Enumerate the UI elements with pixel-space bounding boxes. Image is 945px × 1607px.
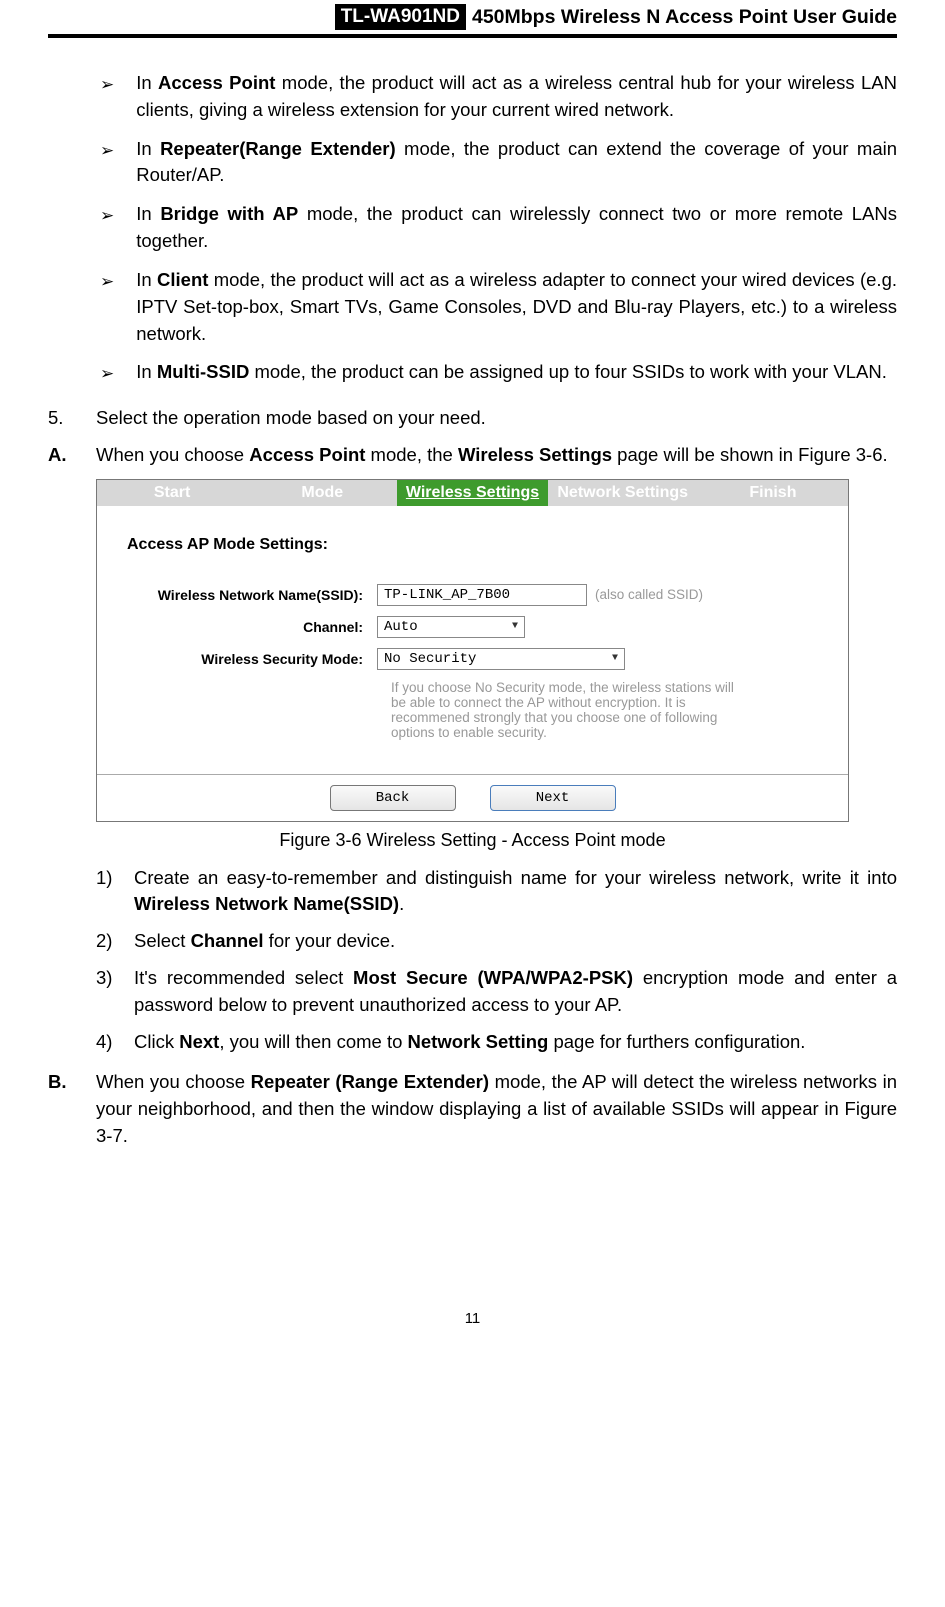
row-ssid: Wireless Network Name(SSID): (also calle… [127,584,824,606]
step-5: 5. Select the operation mode based on yo… [48,405,897,432]
security-hint: If you choose No Security mode, the wire… [391,680,751,740]
document-page: TL-WA901ND 450Mbps Wireless N Access Poi… [0,0,945,1367]
next-button[interactable]: Next [490,785,616,811]
substep-text: Click Next, you will then come to Networ… [134,1029,897,1056]
arrow-icon: ➢ [100,270,114,295]
arrow-icon: ➢ [100,204,114,229]
settings-heading: Access AP Mode Settings: [127,536,824,554]
substep-marker: 2) [96,928,134,955]
row-channel: Channel: Auto ▼ [127,616,824,638]
substep-text: Select Channel for your device. [134,928,897,955]
substep-marker: 3) [96,965,134,992]
substep-marker: 1) [96,865,134,892]
substep-2: 2) Select Channel for your device. [96,928,897,955]
figure-body: Access AP Mode Settings: Wireless Networ… [97,506,848,774]
label-channel: Channel: [127,619,377,635]
tab-mode[interactable]: Mode [247,480,397,506]
security-select[interactable]: No Security ▼ [377,648,625,670]
bullet-text: In Client mode, the product will act as … [136,267,897,347]
bullet-item: ➢ In Access Point mode, the product will… [100,70,897,124]
substep-text: It's recommended select Most Secure (WPA… [134,965,897,1019]
substep-4: 4) Click Next, you will then come to Net… [96,1029,897,1056]
sub-steps: 1) Create an easy-to-remember and distin… [96,865,897,1056]
page-header: TL-WA901ND 450Mbps Wireless N Access Poi… [48,0,897,38]
bullet-item: ➢ In Client mode, the product will act a… [100,267,897,347]
arrow-icon: ➢ [100,362,114,387]
header-title: 450Mbps Wireless N Access Point User Gui… [472,6,897,29]
ssid-hint: (also called SSID) [595,587,703,602]
bullet-item: ➢ In Bridge with AP mode, the product ca… [100,201,897,255]
tab-network-settings[interactable]: Network Settings [548,480,698,506]
tab-start[interactable]: Start [97,480,247,506]
substep-3: 3) It's recommended select Most Secure (… [96,965,897,1019]
substep-marker: 4) [96,1029,134,1056]
bullet-text: In Repeater(Range Extender) mode, the pr… [136,136,897,190]
step-marker: B. [48,1069,96,1096]
step-text: Select the operation mode based on your … [96,405,897,432]
label-ssid: Wireless Network Name(SSID): [127,587,377,603]
arrow-icon: ➢ [100,139,114,164]
step-marker: A. [48,442,96,469]
figure-caption: Figure 3-6 Wireless Setting - Access Poi… [48,830,897,851]
back-button[interactable]: Back [330,785,456,811]
channel-value: Auto [384,619,418,635]
channel-select[interactable]: Auto ▼ [377,616,525,638]
bullet-item: ➢ In Repeater(Range Extender) mode, the … [100,136,897,190]
model-badge: TL-WA901ND [335,4,466,30]
tab-wireless-settings[interactable]: Wireless Settings [397,480,547,506]
page-number: 11 [48,1310,897,1327]
substep-1: 1) Create an easy-to-remember and distin… [96,865,897,919]
chevron-down-icon: ▼ [512,621,518,632]
bullet-item: ➢ In Multi-SSID mode, the product can be… [100,359,897,387]
figure-3-6: Start Mode Wireless Settings Network Set… [96,479,849,822]
ssid-input[interactable] [377,584,587,606]
bullet-text: In Access Point mode, the product will a… [136,70,897,124]
step-b: B. When you choose Repeater (Range Exten… [48,1069,897,1149]
chevron-down-icon: ▼ [612,653,618,664]
step-text: When you choose Access Point mode, the W… [96,442,897,469]
label-security: Wireless Security Mode: [127,651,377,667]
row-security: Wireless Security Mode: No Security ▼ [127,648,824,670]
wizard-tabs: Start Mode Wireless Settings Network Set… [97,480,848,506]
step-text: When you choose Repeater (Range Extender… [96,1069,897,1149]
security-value: No Security [384,651,476,667]
bullet-text: In Multi-SSID mode, the product can be a… [136,359,897,386]
mode-bullet-list: ➢ In Access Point mode, the product will… [100,70,897,387]
substep-text: Create an easy-to-remember and distingui… [134,865,897,919]
numbered-list-b: B. When you choose Repeater (Range Exten… [48,1069,897,1149]
arrow-icon: ➢ [100,73,114,98]
bullet-text: In Bridge with AP mode, the product can … [136,201,897,255]
tab-finish[interactable]: Finish [698,480,848,506]
step-a: A. When you choose Access Point mode, th… [48,442,897,469]
step-marker: 5. [48,405,96,432]
button-row: Back Next [97,774,848,821]
numbered-list: 5. Select the operation mode based on yo… [48,405,897,469]
